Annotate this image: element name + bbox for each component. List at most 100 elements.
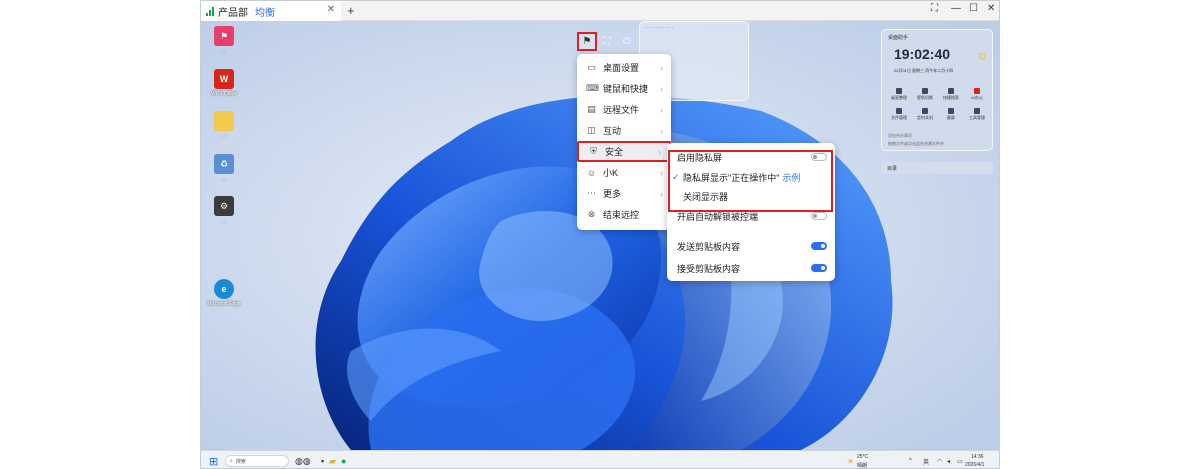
- widget-tool[interactable]: 定时关机: [917, 108, 934, 121]
- menu-item-remote-files[interactable]: ▤ 远程文件 ›: [577, 99, 671, 120]
- widget-date: 04月01日 星期三 丙午年二月十四: [894, 68, 954, 73]
- auto-unlock-toggle[interactable]: [811, 212, 827, 220]
- receive-clipboard-label: 接受剪贴板内容: [677, 263, 741, 274]
- remote-desktop[interactable]: ⚑ ... W WPS Office ... ♻ ... ⚙ ... e Mic…: [201, 21, 999, 450]
- recycle-bin-icon: ♻: [214, 154, 234, 174]
- tool-icon: [922, 108, 928, 114]
- power-icon: ⏻: [623, 36, 631, 47]
- directory-label: 目录: [887, 166, 898, 172]
- widget-tools-row-2: 文件管理 定时关机 截屏 工具管理: [886, 108, 990, 121]
- tool-icon: [974, 88, 980, 94]
- tool-icon: [948, 88, 954, 94]
- menu-item-xiaok[interactable]: ☺ 小K ›: [577, 162, 671, 183]
- fullscreen-icon: ⛶: [603, 36, 611, 47]
- maximize-icon[interactable]: ☐: [969, 3, 978, 14]
- tab-mode-label[interactable]: 均衡: [255, 4, 275, 19]
- taskbar-app-icon[interactable]: ▪: [321, 451, 324, 468]
- widget-tool[interactable]: 桌面整理: [891, 88, 908, 101]
- menu-item-keyboard-mouse[interactable]: ⌨ 键鼠和快捷 ›: [577, 78, 671, 99]
- menu-item-desktop-settings[interactable]: ▭ 桌面设置 ›: [577, 57, 671, 78]
- settings-icon: ⚙: [214, 196, 234, 216]
- remote-window: 产品部 均衡 ✕ + ⛶ — ☐ ✕ ⚑ ... W WPS Office ..…: [200, 0, 1000, 469]
- widget-hint: 拖拽文件或点击此处创建文件夹: [888, 141, 944, 146]
- desktop-icon-label: ...: [221, 218, 227, 224]
- stop-icon: ⊗: [587, 209, 596, 219]
- menu-item-end-remote[interactable]: ⊗ 结束远控: [577, 204, 671, 225]
- widget-clock: 19:02:40: [894, 46, 951, 62]
- widget-title: 桌面助手: [888, 35, 909, 41]
- desktop-icon-settings[interactable]: ⚙ ...: [207, 196, 241, 224]
- file-explorer-icon[interactable]: ▰: [329, 451, 336, 468]
- restore-icon[interactable]: ⛶: [931, 3, 938, 14]
- taskbar-app-icon[interactable]: ●: [341, 451, 346, 468]
- tool-icon: ⚑: [582, 36, 592, 47]
- desktop-icon-wps[interactable]: W WPS Office: [207, 69, 241, 97]
- chevron-right-icon: ›: [658, 146, 661, 157]
- volume-icon[interactable]: ◂: [947, 451, 950, 468]
- widget-tool[interactable]: 快捷搜索: [943, 88, 960, 101]
- widget-tools-row-1: 桌面整理 壁纸切换 快捷搜索 AI办公: [886, 88, 990, 101]
- new-tab-button[interactable]: +: [347, 3, 355, 18]
- desktop-icon-recycle-bin[interactable]: ♻ ...: [207, 154, 241, 182]
- sun-icon: ☼: [977, 48, 988, 62]
- tool-icon: [896, 88, 902, 94]
- notice-text: · · · · · · · · · ·: [644, 25, 674, 31]
- chevron-right-icon: ›: [660, 188, 663, 199]
- taskbar: ⊞ ⌕ 搜索 ◍◍ ▪ ▰ ● ☀ 25°C 晴朗 ^ 英 ◠ ◂ ▭ 14:36…: [201, 450, 999, 468]
- more-icon: ⋯: [587, 188, 596, 198]
- close-window-icon[interactable]: ✕: [987, 3, 995, 14]
- tool-icon: [896, 108, 902, 114]
- desktop-icon-label: ...: [221, 133, 227, 139]
- widget-tool[interactable]: AI办公: [969, 88, 986, 101]
- widget-tool[interactable]: 工具管理: [969, 108, 986, 121]
- chevron-right-icon: ›: [660, 167, 663, 178]
- wifi-icon[interactable]: ◠: [937, 451, 942, 468]
- desktop-icon-folder[interactable]: ...: [207, 111, 241, 139]
- menu-item-security[interactable]: ⛨ 安全 ›: [577, 141, 671, 162]
- chevron-up-icon[interactable]: ^: [909, 451, 912, 468]
- desktop-icon-label: ...: [221, 48, 227, 54]
- send-clipboard-toggle[interactable]: [811, 242, 827, 250]
- windows-start-icon[interactable]: ⊞: [209, 451, 218, 468]
- interact-icon: ◫: [587, 125, 596, 135]
- search-icon: ⌕: [230, 458, 233, 464]
- tool-icon: [974, 108, 980, 114]
- weather-icon: ☀: [847, 456, 855, 466]
- fullscreen-button[interactable]: ⛶: [597, 32, 617, 51]
- folder-icon: [214, 111, 234, 131]
- widget-tool[interactable]: 截屏: [943, 108, 960, 121]
- battery-icon[interactable]: ▭: [957, 451, 963, 468]
- add-todo[interactable]: 添加待办事项: [888, 133, 912, 139]
- directory-bar[interactable]: 目录: [881, 162, 993, 174]
- chevron-right-icon: ›: [660, 125, 663, 136]
- minimize-icon[interactable]: —: [951, 3, 961, 14]
- close-tab-icon[interactable]: ✕: [327, 4, 335, 15]
- remote-toolbar: ⚑ ⛶ ⏻: [577, 32, 641, 51]
- session-tab[interactable]: 产品部 均衡 ✕: [201, 1, 341, 21]
- edge-icon: e: [214, 279, 234, 299]
- taskbar-search[interactable]: ⌕ 搜索: [225, 455, 289, 467]
- widget-tool[interactable]: 文件管理: [891, 108, 908, 121]
- taskbar-date: 2026/4/1: [965, 462, 985, 468]
- send-clipboard-item[interactable]: 发送剪贴板内容: [667, 236, 835, 256]
- desktop-icon-app[interactable]: ⚑ ...: [207, 26, 241, 54]
- shield-icon: ⛨: [590, 146, 597, 156]
- ime-indicator[interactable]: 英: [923, 451, 929, 468]
- signal-icon: [206, 6, 214, 16]
- widget-tool[interactable]: 壁纸切换: [917, 88, 934, 101]
- tab-host-label: 产品部: [218, 7, 248, 19]
- chevron-right-icon: ›: [660, 104, 663, 115]
- desktop-icon-label: Microsoft Edge: [207, 301, 241, 307]
- receive-clipboard-toggle[interactable]: [811, 264, 827, 272]
- desktop-icon-edge[interactable]: e Microsoft Edge: [207, 279, 241, 307]
- toolbar-menu-button[interactable]: ⚑: [577, 32, 597, 51]
- desktop-icon-label: WPS Office: [211, 91, 237, 97]
- robot-icon: ☺: [586, 167, 597, 178]
- receive-clipboard-item[interactable]: 接受剪贴板内容: [667, 258, 835, 278]
- taskview-icon[interactable]: ◍◍: [295, 451, 311, 468]
- send-clipboard-label: 发送剪贴板内容: [677, 241, 741, 252]
- power-button[interactable]: ⏻: [617, 32, 637, 51]
- menu-item-more[interactable]: ⋯ 更多 ›: [577, 183, 671, 204]
- keyboard-icon: ⌨: [586, 83, 599, 93]
- menu-item-interact[interactable]: ◫ 互动 ›: [577, 120, 671, 141]
